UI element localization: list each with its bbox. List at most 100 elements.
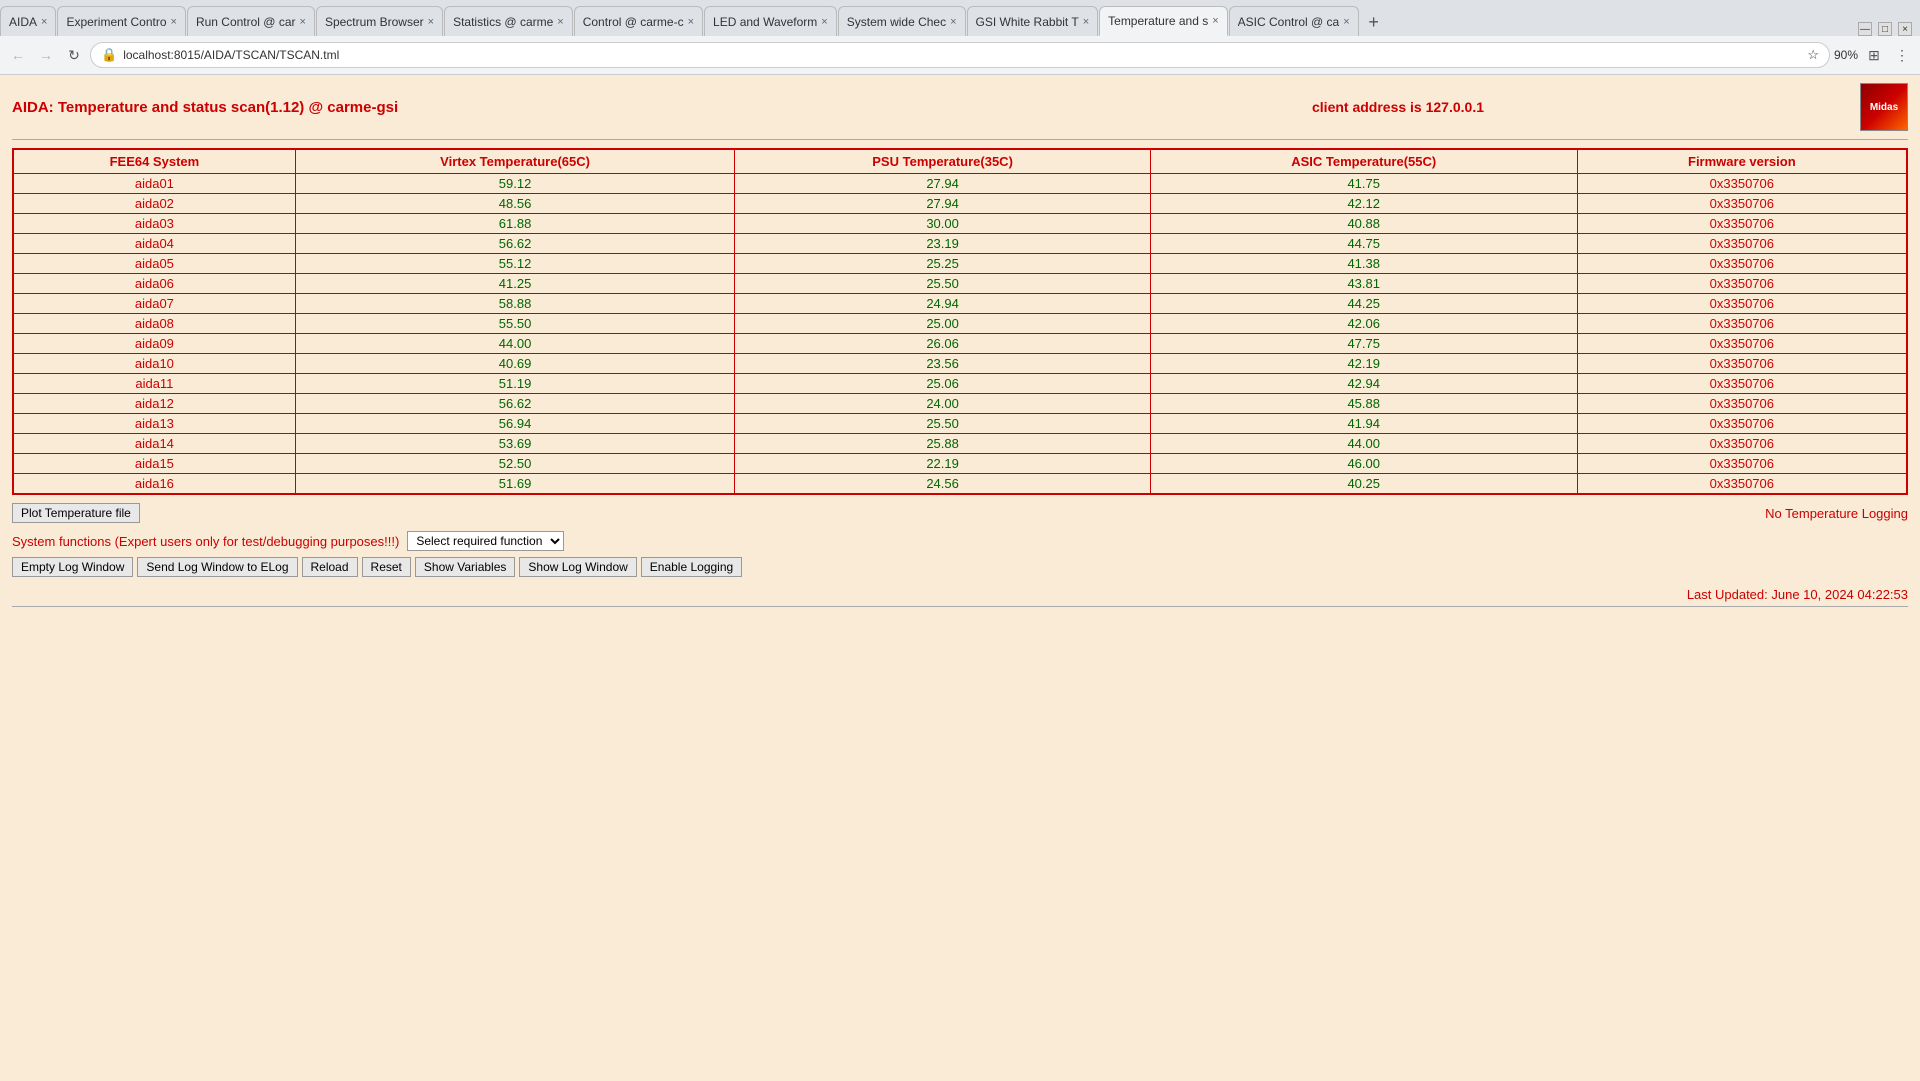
browser-tab-10[interactable]: ASIC Control @ ca× [1229, 6, 1359, 36]
cell-asic-temp: 46.00 [1150, 454, 1577, 474]
enable-logging-button[interactable]: Enable Logging [641, 557, 742, 577]
menu-button[interactable]: ⋮ [1890, 43, 1914, 67]
temperature-table: FEE64 SystemVirtex Temperature(65C)PSU T… [12, 148, 1908, 495]
reload-button[interactable]: Reload [302, 557, 358, 577]
new-tab-button[interactable]: + [1360, 8, 1388, 36]
cell-system-name: aida12 [13, 394, 295, 414]
cell-asic-temp: 44.75 [1150, 234, 1577, 254]
tab-label-10: ASIC Control @ ca [1238, 15, 1340, 29]
page-title: AIDA: Temperature and status scan(1.12) … [12, 99, 936, 116]
tab-close-0[interactable]: × [41, 16, 47, 28]
tab-close-5[interactable]: × [688, 16, 694, 28]
cell-system-name: aida16 [13, 474, 295, 495]
tab-close-9[interactable]: × [1212, 15, 1218, 27]
browser-tab-3[interactable]: Spectrum Browser× [316, 6, 443, 36]
show-variables-button[interactable]: Show Variables [415, 557, 516, 577]
tab-close-1[interactable]: × [171, 16, 177, 28]
star-icon[interactable]: ☆ [1807, 47, 1819, 63]
browser-tab-0[interactable]: AIDA × [0, 6, 56, 36]
browser-tab-1[interactable]: Experiment Contro × [57, 6, 185, 36]
cell-asic-temp: 45.88 [1150, 394, 1577, 414]
cell-asic-temp: 41.94 [1150, 414, 1577, 434]
cell-psu-temp: 25.06 [735, 374, 1150, 394]
browser-tab-4[interactable]: Statistics @ carme× [444, 6, 573, 36]
cell-firmware: 0x3350706 [1577, 434, 1907, 454]
maximize-button[interactable]: □ [1878, 22, 1892, 36]
cell-virtex-temp: 55.12 [295, 254, 735, 274]
bottom-divider [12, 606, 1908, 607]
function-select[interactable]: Select required function [407, 531, 564, 551]
browser-tab-5[interactable]: Control @ carme-c× [574, 6, 703, 36]
table-header-2: PSU Temperature(35C) [735, 149, 1150, 174]
window-controls: — □ × [1850, 22, 1920, 36]
tab-close-2[interactable]: × [300, 16, 306, 28]
extensions-button[interactable]: ⊞ [1862, 43, 1886, 67]
back-button[interactable]: ← [6, 43, 30, 67]
forward-button[interactable]: → [34, 43, 58, 67]
page-header: AIDA: Temperature and status scan(1.12) … [12, 83, 1908, 131]
cell-system-name: aida15 [13, 454, 295, 474]
browser-tab-7[interactable]: System wide Chec× [838, 6, 966, 36]
logo-image: Midas [1860, 83, 1908, 131]
no-logging-status: No Temperature Logging [1765, 506, 1908, 521]
table-row: aida0456.6223.1944.750x3350706 [13, 234, 1907, 254]
tab-close-8[interactable]: × [1083, 16, 1089, 28]
tab-close-10[interactable]: × [1343, 16, 1349, 28]
shield-icon: 🔒 [101, 47, 117, 63]
address-bar[interactable]: 🔒 localhost:8015/AIDA/TSCAN/TSCAN.tml ☆ [90, 42, 1830, 68]
tab-close-7[interactable]: × [950, 16, 956, 28]
system-functions-row: System functions (Expert users only for … [12, 531, 1908, 551]
minimize-button[interactable]: — [1858, 22, 1872, 36]
table-header-row: FEE64 SystemVirtex Temperature(65C)PSU T… [13, 149, 1907, 174]
table-header-3: ASIC Temperature(55C) [1150, 149, 1577, 174]
reload-nav-button[interactable]: ↻ [62, 43, 86, 67]
system-functions-label: System functions (Expert users only for … [12, 534, 399, 549]
table-row: aida1552.5022.1946.000x3350706 [13, 454, 1907, 474]
cell-virtex-temp: 40.69 [295, 354, 735, 374]
table-row: aida1151.1925.0642.940x3350706 [13, 374, 1907, 394]
browser-tab-9[interactable]: Temperature and s× [1099, 6, 1228, 36]
cell-firmware: 0x3350706 [1577, 254, 1907, 274]
cell-asic-temp: 42.19 [1150, 354, 1577, 374]
cell-virtex-temp: 53.69 [295, 434, 735, 454]
cell-virtex-temp: 41.25 [295, 274, 735, 294]
table-actions: Plot Temperature file No Temperature Log… [12, 503, 1908, 523]
reset-button[interactable]: Reset [362, 557, 411, 577]
table-row: aida0159.1227.9441.750x3350706 [13, 174, 1907, 194]
close-button[interactable]: × [1898, 22, 1912, 36]
cell-asic-temp: 41.75 [1150, 174, 1577, 194]
tab-label-8: GSI White Rabbit T [976, 15, 1079, 29]
cell-firmware: 0x3350706 [1577, 174, 1907, 194]
plot-temperature-button[interactable]: Plot Temperature file [12, 503, 140, 523]
tab-label-1: Experiment Contro [66, 15, 166, 29]
table-header-4: Firmware version [1577, 149, 1907, 174]
client-address: client address is 127.0.0.1 [1312, 99, 1484, 115]
table-header-0: FEE64 System [13, 149, 295, 174]
table-row: aida0361.8830.0040.880x3350706 [13, 214, 1907, 234]
table-row: aida0758.8824.9444.250x3350706 [13, 294, 1907, 314]
tab-label-0: AIDA [9, 15, 37, 29]
show-log-button[interactable]: Show Log Window [519, 557, 636, 577]
cell-psu-temp: 25.50 [735, 414, 1150, 434]
empty-log-button[interactable]: Empty Log Window [12, 557, 133, 577]
cell-psu-temp: 24.94 [735, 294, 1150, 314]
cell-firmware: 0x3350706 [1577, 474, 1907, 495]
header-divider [12, 139, 1908, 140]
tab-close-3[interactable]: × [428, 16, 434, 28]
logo-text: Midas [1870, 102, 1898, 113]
tabs-container: AIDA×Experiment Contro×Run Control @ car… [0, 6, 1360, 36]
table-row: aida0855.5025.0042.060x3350706 [13, 314, 1907, 334]
cell-psu-temp: 23.56 [735, 354, 1150, 374]
cell-system-name: aida11 [13, 374, 295, 394]
browser-tab-8[interactable]: GSI White Rabbit T × [967, 6, 1099, 36]
cell-asic-temp: 42.94 [1150, 374, 1577, 394]
browser-tab-2[interactable]: Run Control @ car× [187, 6, 315, 36]
cell-psu-temp: 27.94 [735, 194, 1150, 214]
send-log-button[interactable]: Send Log Window to ELog [137, 557, 297, 577]
tab-close-4[interactable]: × [557, 16, 563, 28]
cell-firmware: 0x3350706 [1577, 194, 1907, 214]
tab-close-6[interactable]: × [821, 16, 827, 28]
browser-tab-6[interactable]: LED and Waveform× [704, 6, 837, 36]
zoom-level: 90% [1834, 48, 1858, 62]
table-row: aida1453.6925.8844.000x3350706 [13, 434, 1907, 454]
